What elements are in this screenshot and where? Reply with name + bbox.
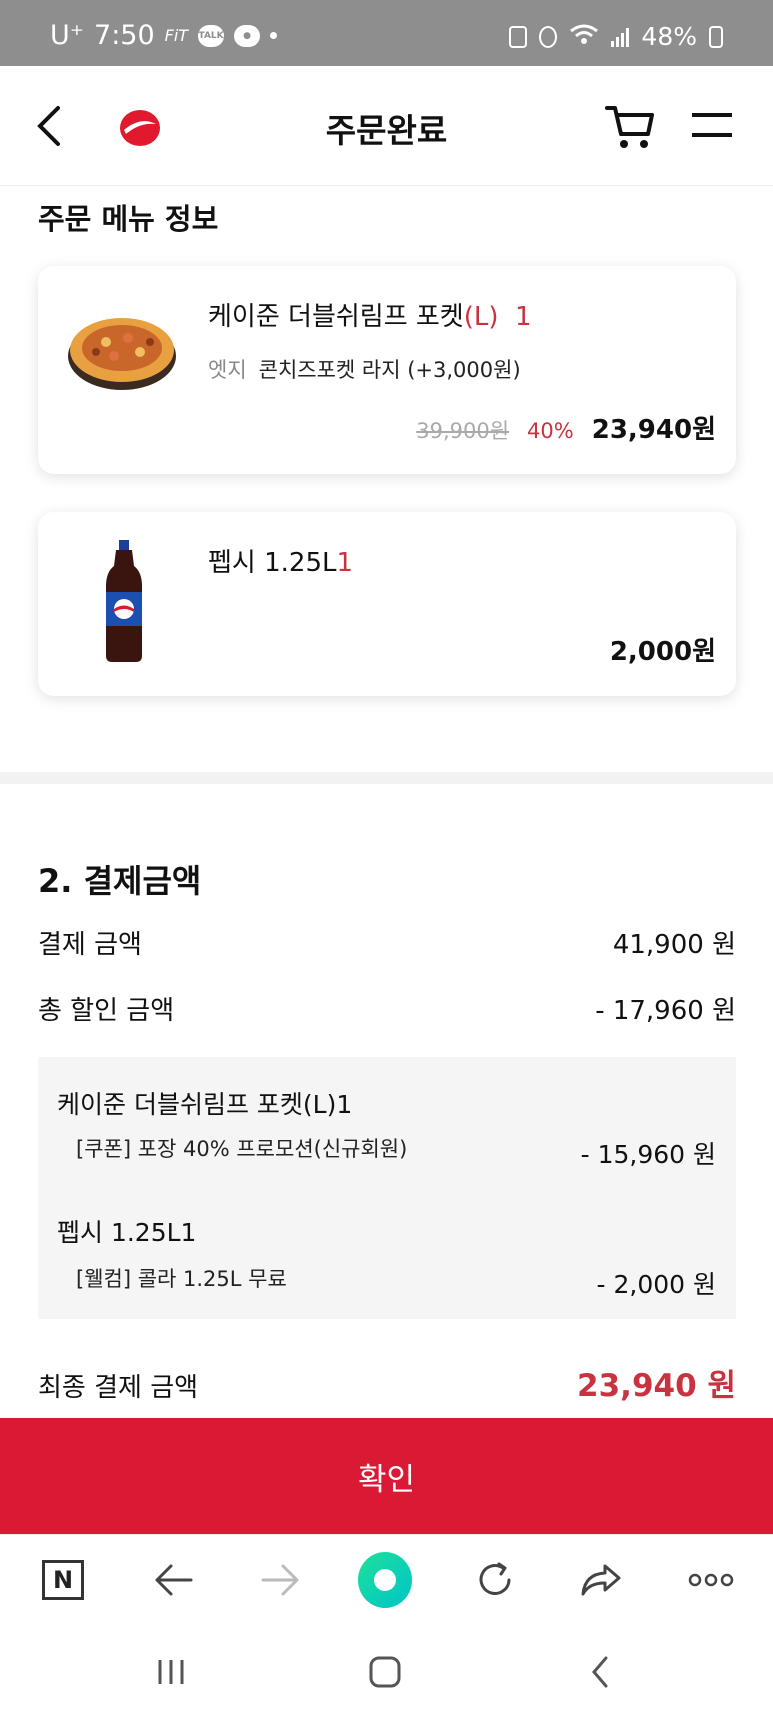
discount-coupon: [웰컴] 콜라 1.25L 무료 xyxy=(76,1267,287,1291)
item-name: 케이준 더블쉬림프 포켓(L) 1 xyxy=(208,296,532,333)
share-button[interactable] xyxy=(574,1553,628,1607)
item-name: 펩시 1.25L1 xyxy=(208,542,353,579)
more-dots-icon xyxy=(688,1573,734,1587)
arrow-left-icon xyxy=(155,1564,193,1596)
hamburger-icon xyxy=(692,113,732,137)
browser-back-button[interactable] xyxy=(146,1553,200,1607)
item-qty: 1 xyxy=(336,548,354,578)
recent-apps-button[interactable] xyxy=(148,1652,194,1692)
item-size: (L) xyxy=(463,302,499,332)
price-row: 2,000원 xyxy=(610,631,716,668)
home-icon xyxy=(369,1656,401,1688)
arrow-right-icon xyxy=(261,1564,299,1596)
pepsi-bottle-image xyxy=(102,540,146,664)
discount-detail-box: 케이준 더블쉬림프 포켓(L)1 [쿠폰] 포장 40% 프로모션(신규회원) … xyxy=(38,1057,736,1319)
order-item-card: 케이준 더블쉬림프 포켓(L) 1 엣지 콘치즈포켓 라지 (+3,000원) 3… xyxy=(38,266,736,474)
cart-icon xyxy=(605,106,654,148)
browser-forward-button[interactable] xyxy=(254,1553,308,1607)
final-payment-value: 23,940 원 xyxy=(577,1368,736,1404)
refresh-icon xyxy=(479,1562,511,1595)
naver-home-button[interactable]: N xyxy=(36,1553,90,1607)
recycle-icon xyxy=(509,25,528,48)
item-name-text: 케이준 더블쉬림프 포켓 xyxy=(208,302,464,332)
system-nav-bar xyxy=(0,1624,773,1718)
option-label: 엣지 xyxy=(208,358,247,382)
notification-dot-icon xyxy=(270,32,278,39)
share-icon xyxy=(581,1564,621,1596)
discount-amount: - 2,000 원 xyxy=(596,1270,717,1299)
fit-label: FiT xyxy=(164,26,189,45)
final-payment-row: 최종 결제 금액 23,940 원 xyxy=(38,1360,736,1405)
app-header: 주문완료 xyxy=(0,66,773,186)
home-button[interactable] xyxy=(362,1652,408,1692)
more-button[interactable] xyxy=(684,1553,738,1607)
payment-heading: 2. 결제금액 xyxy=(38,862,202,900)
status-bar: U⁺ 7:50 FiT TALK ● 48% xyxy=(0,0,773,66)
payment-amount-value: 41,900 원 xyxy=(612,930,736,960)
green-dot-icon xyxy=(358,1552,412,1608)
item-option: 엣지 콘치즈포켓 라지 (+3,000원) xyxy=(208,354,521,384)
order-item-card: 펩시 1.25L1 2,000원 xyxy=(38,512,736,696)
naver-icon: N xyxy=(42,1560,84,1600)
carrier-label: U⁺ xyxy=(50,20,85,51)
discount-item-name: 케이준 더블쉬림프 포켓(L)1 xyxy=(57,1090,353,1119)
refresh-button[interactable] xyxy=(468,1553,522,1607)
menu-button[interactable] xyxy=(690,110,734,140)
total-discount-value: - 17,960 원 xyxy=(595,996,736,1026)
cart-button[interactable] xyxy=(604,102,656,152)
option-value: 콘치즈포켓 라지 (+3,000원) xyxy=(258,358,521,382)
confirm-button[interactable]: 확인 xyxy=(0,1418,773,1534)
discount-coupon: [쿠폰] 포장 40% 프로모션(신규회원) xyxy=(76,1137,408,1161)
discount-amount: - 15,960 원 xyxy=(580,1140,716,1169)
item-price: 23,940원 xyxy=(591,415,716,445)
payment-amount-label: 결제 금액 xyxy=(38,930,142,960)
pizza-image xyxy=(66,304,178,394)
wifi-icon xyxy=(569,22,599,51)
item-qty: 1 xyxy=(515,302,532,332)
payment-amount-row: 결제 금액 41,900 원 xyxy=(38,924,736,961)
alarm-icon xyxy=(539,25,558,48)
original-price: 39,900원 xyxy=(416,419,510,443)
system-back-button[interactable] xyxy=(578,1652,624,1692)
item-price: 2,000원 xyxy=(609,637,716,667)
pokeball-icon: ● xyxy=(234,24,261,47)
clock: 7:50 xyxy=(94,20,155,51)
discount-item-name: 펩시 1.25L1 xyxy=(57,1218,197,1247)
browser-toolbar: N xyxy=(0,1534,773,1624)
recent-apps-icon xyxy=(158,1660,184,1684)
item-name-text: 펩시 1.25L xyxy=(208,548,337,578)
page-title: 주문완료 xyxy=(325,111,448,150)
green-dot-button[interactable] xyxy=(358,1552,412,1608)
order-menu-heading: 주문 메뉴 정보 xyxy=(38,202,219,236)
total-discount-label: 총 할인 금액 xyxy=(38,996,175,1026)
final-payment-label: 최종 결제 금액 xyxy=(38,1373,199,1403)
talk-icon: TALK xyxy=(198,24,225,47)
battery-percent: 48% xyxy=(641,22,697,51)
price-row: 39,900원 40% 23,940원 xyxy=(416,409,716,446)
section-divider xyxy=(0,772,773,784)
battery-icon xyxy=(709,25,723,48)
total-discount-row: 총 할인 금액 - 17,960 원 xyxy=(38,990,736,1027)
chevron-left-icon xyxy=(592,1656,608,1688)
signal-icon xyxy=(611,27,630,47)
discount-percent: 40% xyxy=(527,419,574,443)
